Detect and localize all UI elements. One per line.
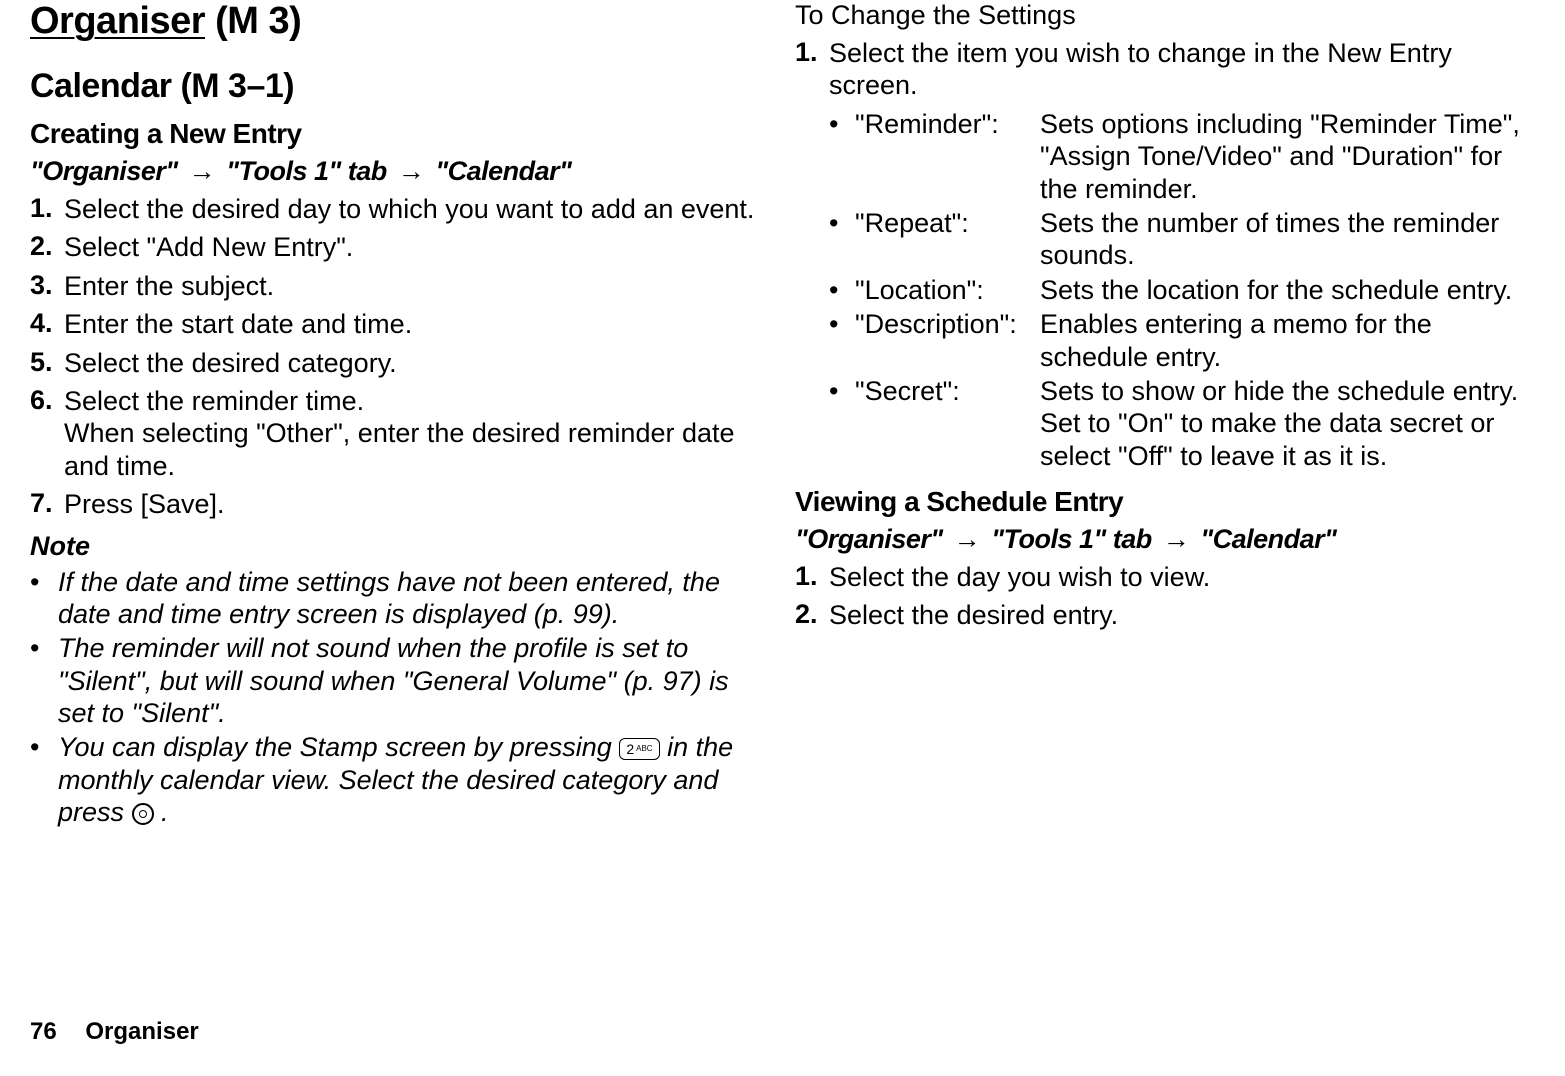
step-subtext: When selecting "Other", enter the desire… [64, 417, 760, 482]
setting-key: "Reminder": [855, 108, 1040, 140]
step-item: 2.Select the desired entry. [795, 599, 1525, 631]
setting-item: •"Location":Sets the location for the sc… [829, 274, 1525, 306]
left-column: Organiser (M 3) Calendar (M 3–1) Creatin… [30, 0, 760, 831]
step-text: Select "Add New Entry". [64, 231, 760, 263]
setting-item: •"Description":Enables entering a memo f… [829, 308, 1525, 373]
page-footer: 76 Organiser [30, 1018, 1525, 1046]
setting-desc: Sets options including "Reminder Time", … [1040, 108, 1525, 205]
step-item: 1.Select the day you wish to view. [795, 561, 1525, 593]
step-text: Press [Save]. [64, 488, 760, 520]
setting-desc: Sets the number of times the reminder so… [1040, 207, 1525, 272]
nav-key-icon [132, 803, 154, 825]
key-2abc-icon: 2ABC [619, 738, 659, 760]
nav-part-3: "Calendar" [435, 156, 571, 186]
step-number: 1. [30, 193, 64, 224]
arrow-icon: → [394, 156, 429, 187]
right-column: To Change the Settings 1.Select the item… [795, 0, 1525, 831]
setting-key: "Description": [855, 308, 1040, 340]
nav-path-left: "Organiser" → "Tools 1" tab → "Calendar" [30, 156, 760, 187]
bullet-icon: • [829, 108, 855, 140]
step-text: Select the desired entry. [829, 599, 1525, 631]
footer-section-name: Organiser [85, 1018, 198, 1045]
subheading-creating: Creating a New Entry [30, 118, 760, 150]
note3-post: . [161, 797, 169, 827]
arrow-icon: → [1159, 524, 1194, 555]
notes-list: •If the date and time settings have not … [30, 566, 760, 829]
step-item: 4.Enter the start date and time. [30, 308, 760, 340]
setting-item: •"Secret":Sets to show or hide the sched… [829, 375, 1525, 472]
arrow-icon: → [950, 524, 985, 555]
bullet-icon: • [30, 731, 58, 763]
note-text: The reminder will not sound when the pro… [58, 632, 760, 729]
setting-desc: Sets the location for the schedule entry… [1040, 274, 1525, 306]
step-text: Enter the start date and time. [64, 308, 760, 340]
step-item: 1.Select the item you wish to change in … [795, 37, 1525, 102]
step-number: 6. [30, 385, 64, 416]
step-number: 7. [30, 488, 64, 519]
bullet-icon: • [829, 375, 855, 407]
right-heading: To Change the Settings [795, 0, 1525, 31]
note-item: •The reminder will not sound when the pr… [30, 632, 760, 729]
step-number: 2. [30, 231, 64, 262]
step-text: Select the desired category. [64, 347, 760, 379]
steps-list: 1.Select the desired day to which you wa… [30, 193, 760, 521]
step-text: Enter the subject. [64, 270, 760, 302]
nav-part-1: "Organiser" [795, 524, 943, 554]
step-number: 2. [795, 599, 829, 630]
bullet-icon: • [829, 274, 855, 306]
bullet-icon: • [829, 308, 855, 340]
nav-part-3: "Calendar" [1200, 524, 1336, 554]
step-text: Select the item you wish to change in th… [829, 37, 1525, 102]
step-text: Select the day you wish to view. [829, 561, 1525, 593]
setting-item: •"Reminder":Sets options including "Remi… [829, 108, 1525, 205]
section-heading: Calendar (M 3–1) [30, 67, 760, 106]
setting-item: •"Repeat":Sets the number of times the r… [829, 207, 1525, 272]
setting-key: "Location": [855, 274, 1040, 306]
page-title: Organiser (M 3) [30, 0, 760, 43]
content-columns: Organiser (M 3) Calendar (M 3–1) Creatin… [30, 0, 1525, 831]
page: Organiser (M 3) Calendar (M 3–1) Creatin… [0, 0, 1565, 1076]
bullet-icon: • [829, 207, 855, 239]
note-item: • You can display the Stamp screen by pr… [30, 731, 760, 828]
step-number: 3. [30, 270, 64, 301]
setting-desc: Sets to show or hide the schedule entry.… [1040, 375, 1525, 472]
nav-part-1: "Organiser" [30, 156, 178, 186]
note-text: You can display the Stamp screen by pres… [58, 731, 760, 828]
step-item: 7.Press [Save]. [30, 488, 760, 520]
note-label: Note [30, 531, 760, 562]
setting-key: "Repeat": [855, 207, 1040, 239]
title-underlined: Organiser [30, 0, 205, 42]
bullet-icon: • [30, 566, 58, 598]
arrow-icon: → [185, 156, 220, 187]
page-number: 76 [30, 1018, 57, 1045]
step-number: 1. [795, 561, 829, 592]
step-text: Select the reminder time. [64, 385, 760, 417]
nav-part-2: "Tools 1" tab [226, 156, 387, 186]
subheading-viewing: Viewing a Schedule Entry [795, 486, 1525, 518]
step-number: 4. [30, 308, 64, 339]
step-number: 1. [795, 37, 829, 68]
step-text: Select the desired day to which you want… [64, 193, 760, 225]
right-step-list: 1.Select the item you wish to change in … [795, 37, 1525, 102]
setting-desc: Enables entering a memo for the schedule… [1040, 308, 1525, 373]
note-item: •If the date and time settings have not … [30, 566, 760, 631]
title-suffix: (M 3) [205, 0, 301, 42]
step-item: 5.Select the desired category. [30, 347, 760, 379]
step-number: 5. [30, 347, 64, 378]
step-item: 1.Select the desired day to which you wa… [30, 193, 760, 225]
setting-key: "Secret": [855, 375, 1040, 407]
step-item: 3.Enter the subject. [30, 270, 760, 302]
step-item: 2.Select "Add New Entry". [30, 231, 760, 263]
nav-part-2: "Tools 1" tab [991, 524, 1152, 554]
note3-pre: You can display the Stamp screen by pres… [58, 732, 619, 762]
step-item: 6.Select the reminder time. When selecti… [30, 385, 760, 482]
bullet-icon: • [30, 632, 58, 664]
note-text: If the date and time settings have not b… [58, 566, 760, 631]
settings-list: •"Reminder":Sets options including "Remi… [795, 108, 1525, 472]
nav-path-right: "Organiser" → "Tools 1" tab → "Calendar" [795, 524, 1525, 555]
view-steps-list: 1.Select the day you wish to view. 2.Sel… [795, 561, 1525, 632]
